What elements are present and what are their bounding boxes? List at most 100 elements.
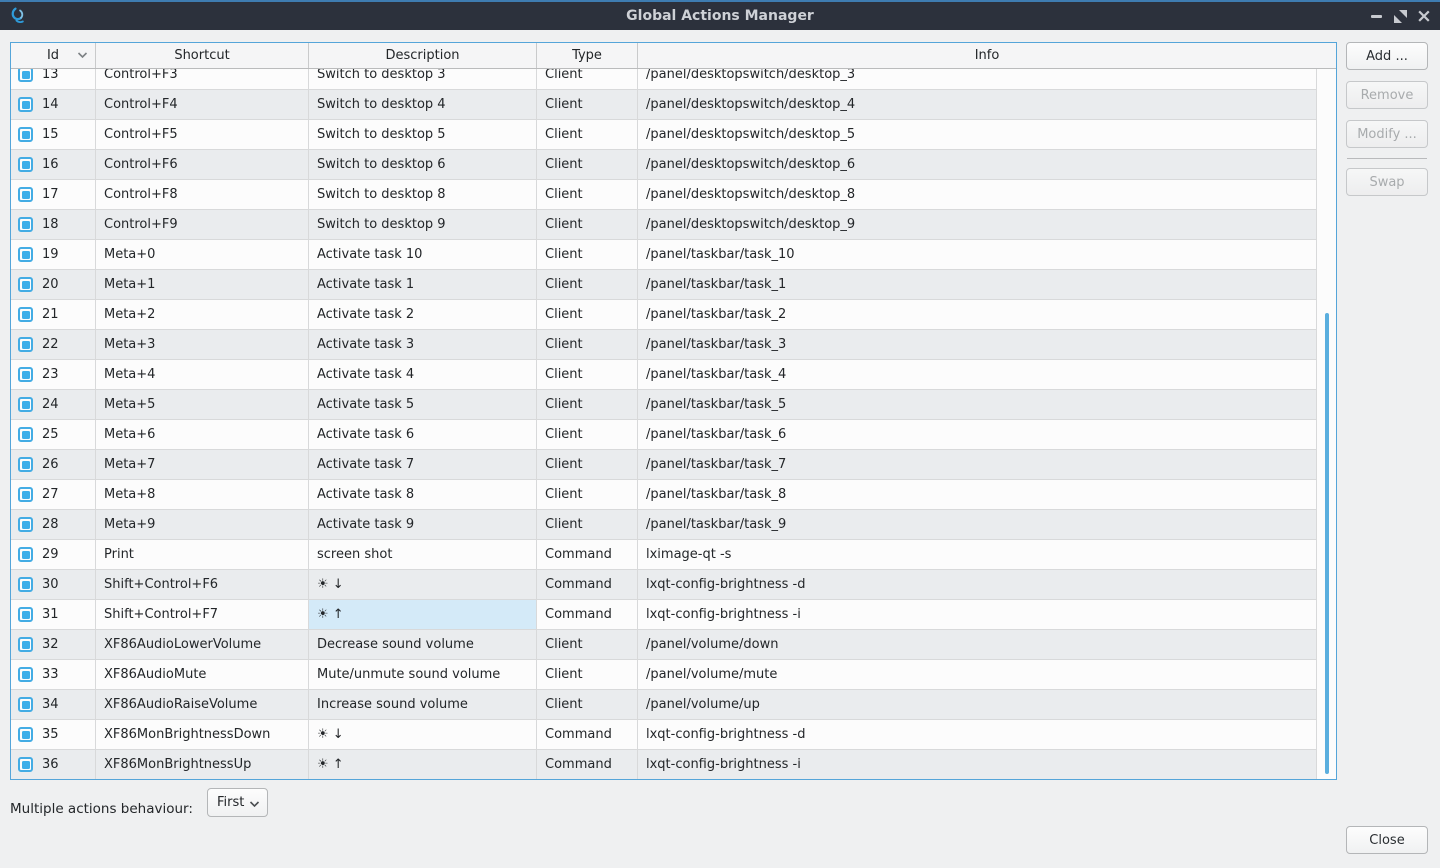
- row-info-cell[interactable]: /panel/desktopswitch/desktop_3: [638, 69, 1317, 90]
- row-shortcut-cell[interactable]: Meta+0: [96, 240, 309, 270]
- remove-button[interactable]: Remove: [1346, 81, 1428, 109]
- enabled-checkbox[interactable]: [18, 187, 33, 202]
- enabled-checkbox[interactable]: [18, 127, 33, 142]
- enabled-checkbox[interactable]: [18, 277, 33, 292]
- maximize-button[interactable]: [1390, 6, 1410, 26]
- row-shortcut-cell[interactable]: Print: [96, 540, 309, 570]
- row-type-cell[interactable]: Command: [537, 570, 638, 600]
- row-type-cell[interactable]: Client: [537, 300, 638, 330]
- table-row[interactable]: 30 Shift+Control+F6 ☀ ↓ Command lxqt-con…: [11, 570, 1317, 600]
- table-row[interactable]: 15 Control+F5 Switch to desktop 5 Client…: [11, 120, 1317, 150]
- table-row[interactable]: 29 Print screen shot Command lximage-qt …: [11, 540, 1317, 570]
- enabled-checkbox[interactable]: [18, 727, 33, 742]
- row-shortcut-cell[interactable]: XF86AudioMute: [96, 660, 309, 690]
- row-info-cell[interactable]: lxqt-config-brightness -d: [638, 570, 1317, 600]
- row-description-cell[interactable]: Switch to desktop 9: [309, 210, 537, 240]
- row-description-cell[interactable]: Switch to desktop 3: [309, 69, 537, 90]
- row-info-cell[interactable]: /panel/desktopswitch/desktop_4: [638, 90, 1317, 120]
- enabled-checkbox[interactable]: [18, 97, 33, 112]
- enabled-checkbox[interactable]: [18, 667, 33, 682]
- minimize-button[interactable]: [1366, 6, 1386, 26]
- row-info-cell[interactable]: /panel/taskbar/task_1: [638, 270, 1317, 300]
- row-type-cell[interactable]: Client: [537, 210, 638, 240]
- row-info-cell[interactable]: /panel/volume/down: [638, 630, 1317, 660]
- enabled-checkbox[interactable]: [18, 307, 33, 322]
- row-type-cell[interactable]: Client: [537, 390, 638, 420]
- table-row[interactable]: 25 Meta+6 Activate task 6 Client /panel/…: [11, 420, 1317, 450]
- row-shortcut-cell[interactable]: XF86AudioLowerVolume: [96, 630, 309, 660]
- row-description-cell[interactable]: Activate task 6: [309, 420, 537, 450]
- column-header-id[interactable]: Id: [11, 43, 96, 68]
- enabled-checkbox[interactable]: [18, 157, 33, 172]
- row-shortcut-cell[interactable]: Control+F9: [96, 210, 309, 240]
- row-type-cell[interactable]: Client: [537, 270, 638, 300]
- row-info-cell[interactable]: /panel/taskbar/task_8: [638, 480, 1317, 510]
- row-shortcut-cell[interactable]: Control+F8: [96, 180, 309, 210]
- row-shortcut-cell[interactable]: Shift+Control+F6: [96, 570, 309, 600]
- row-shortcut-cell[interactable]: Meta+6: [96, 420, 309, 450]
- column-header-type[interactable]: Type: [537, 43, 638, 68]
- table-row[interactable]: 32 XF86AudioLowerVolume Decrease sound v…: [11, 630, 1317, 660]
- row-info-cell[interactable]: /panel/taskbar/task_9: [638, 510, 1317, 540]
- row-type-cell[interactable]: Client: [537, 90, 638, 120]
- row-description-cell[interactable]: Activate task 2: [309, 300, 537, 330]
- row-description-cell[interactable]: Activate task 4: [309, 360, 537, 390]
- row-shortcut-cell[interactable]: Meta+2: [96, 300, 309, 330]
- row-type-cell[interactable]: Client: [537, 180, 638, 210]
- row-shortcut-cell[interactable]: Meta+3: [96, 330, 309, 360]
- row-info-cell[interactable]: /panel/taskbar/task_10: [638, 240, 1317, 270]
- table-row[interactable]: 24 Meta+5 Activate task 5 Client /panel/…: [11, 390, 1317, 420]
- table-row[interactable]: 36 XF86MonBrightnessUp ☀ ↑ Command lxqt-…: [11, 750, 1317, 779]
- row-info-cell[interactable]: lximage-qt -s: [638, 540, 1317, 570]
- row-description-cell[interactable]: Switch to desktop 4: [309, 90, 537, 120]
- row-shortcut-cell[interactable]: Control+F3: [96, 69, 309, 90]
- row-description-cell[interactable]: Mute/unmute sound volume: [309, 660, 537, 690]
- row-type-cell[interactable]: Command: [537, 750, 638, 779]
- row-description-cell[interactable]: Activate task 5: [309, 390, 537, 420]
- modify-button[interactable]: Modify ...: [1346, 120, 1428, 148]
- row-shortcut-cell[interactable]: Meta+9: [96, 510, 309, 540]
- table-row[interactable]: 17 Control+F8 Switch to desktop 8 Client…: [11, 180, 1317, 210]
- column-header-description[interactable]: Description: [309, 43, 537, 68]
- row-type-cell[interactable]: Client: [537, 510, 638, 540]
- row-type-cell[interactable]: Client: [537, 150, 638, 180]
- row-info-cell[interactable]: /panel/taskbar/task_5: [638, 390, 1317, 420]
- vertical-scrollbar-thumb[interactable]: [1325, 313, 1329, 774]
- row-shortcut-cell[interactable]: Control+F6: [96, 150, 309, 180]
- enabled-checkbox[interactable]: [18, 217, 33, 232]
- row-info-cell[interactable]: /panel/taskbar/task_4: [638, 360, 1317, 390]
- enabled-checkbox[interactable]: [18, 757, 33, 772]
- row-description-cell[interactable]: Increase sound volume: [309, 690, 537, 720]
- row-info-cell[interactable]: /panel/taskbar/task_2: [638, 300, 1317, 330]
- enabled-checkbox[interactable]: [18, 547, 33, 562]
- row-info-cell[interactable]: lxqt-config-brightness -i: [638, 600, 1317, 630]
- row-shortcut-cell[interactable]: XF86AudioRaiseVolume: [96, 690, 309, 720]
- table-row[interactable]: 23 Meta+4 Activate task 4 Client /panel/…: [11, 360, 1317, 390]
- row-description-cell[interactable]: Activate task 8: [309, 480, 537, 510]
- row-shortcut-cell[interactable]: Shift+Control+F7: [96, 600, 309, 630]
- enabled-checkbox[interactable]: [18, 69, 33, 82]
- row-description-cell[interactable]: Activate task 9: [309, 510, 537, 540]
- table-row[interactable]: 35 XF86MonBrightnessDown ☀ ↓ Command lxq…: [11, 720, 1317, 750]
- row-description-cell[interactable]: ☀ ↓: [309, 720, 537, 750]
- enabled-checkbox[interactable]: [18, 457, 33, 472]
- row-type-cell[interactable]: Client: [537, 450, 638, 480]
- table-row[interactable]: 33 XF86AudioMute Mute/unmute sound volum…: [11, 660, 1317, 690]
- row-info-cell[interactable]: /panel/taskbar/task_7: [638, 450, 1317, 480]
- close-button[interactable]: Close: [1346, 826, 1428, 854]
- table-row[interactable]: 26 Meta+7 Activate task 7 Client /panel/…: [11, 450, 1317, 480]
- row-info-cell[interactable]: /panel/desktopswitch/desktop_9: [638, 210, 1317, 240]
- table-row[interactable]: 16 Control+F6 Switch to desktop 6 Client…: [11, 150, 1317, 180]
- row-shortcut-cell[interactable]: Meta+1: [96, 270, 309, 300]
- row-shortcut-cell[interactable]: Meta+5: [96, 390, 309, 420]
- table-row[interactable]: 19 Meta+0 Activate task 10 Client /panel…: [11, 240, 1317, 270]
- row-info-cell[interactable]: /panel/taskbar/task_6: [638, 420, 1317, 450]
- enabled-checkbox[interactable]: [18, 607, 33, 622]
- row-description-cell[interactable]: Activate task 7: [309, 450, 537, 480]
- row-info-cell[interactable]: /panel/desktopswitch/desktop_8: [638, 180, 1317, 210]
- row-type-cell[interactable]: Client: [537, 240, 638, 270]
- table-row[interactable]: 27 Meta+8 Activate task 8 Client /panel/…: [11, 480, 1317, 510]
- row-shortcut-cell[interactable]: Meta+7: [96, 450, 309, 480]
- row-shortcut-cell[interactable]: Control+F5: [96, 120, 309, 150]
- row-description-cell[interactable]: Switch to desktop 5: [309, 120, 537, 150]
